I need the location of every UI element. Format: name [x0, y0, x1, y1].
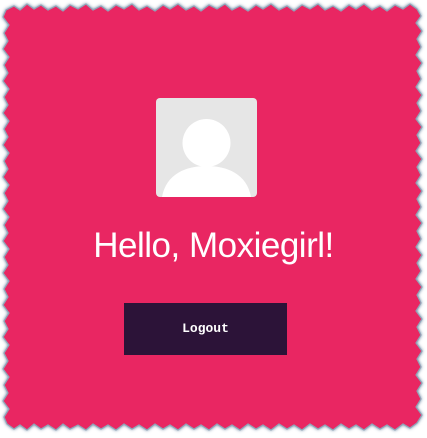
default-user-icon [162, 119, 251, 197]
logout-button[interactable]: Logout [124, 303, 287, 355]
profile-page: Hello, Moxiegirl! Logout [0, 0, 427, 438]
greeting-heading: Hello, Moxiegirl! [93, 226, 334, 265]
avatar [156, 98, 257, 197]
profile-card [2, 3, 423, 431]
